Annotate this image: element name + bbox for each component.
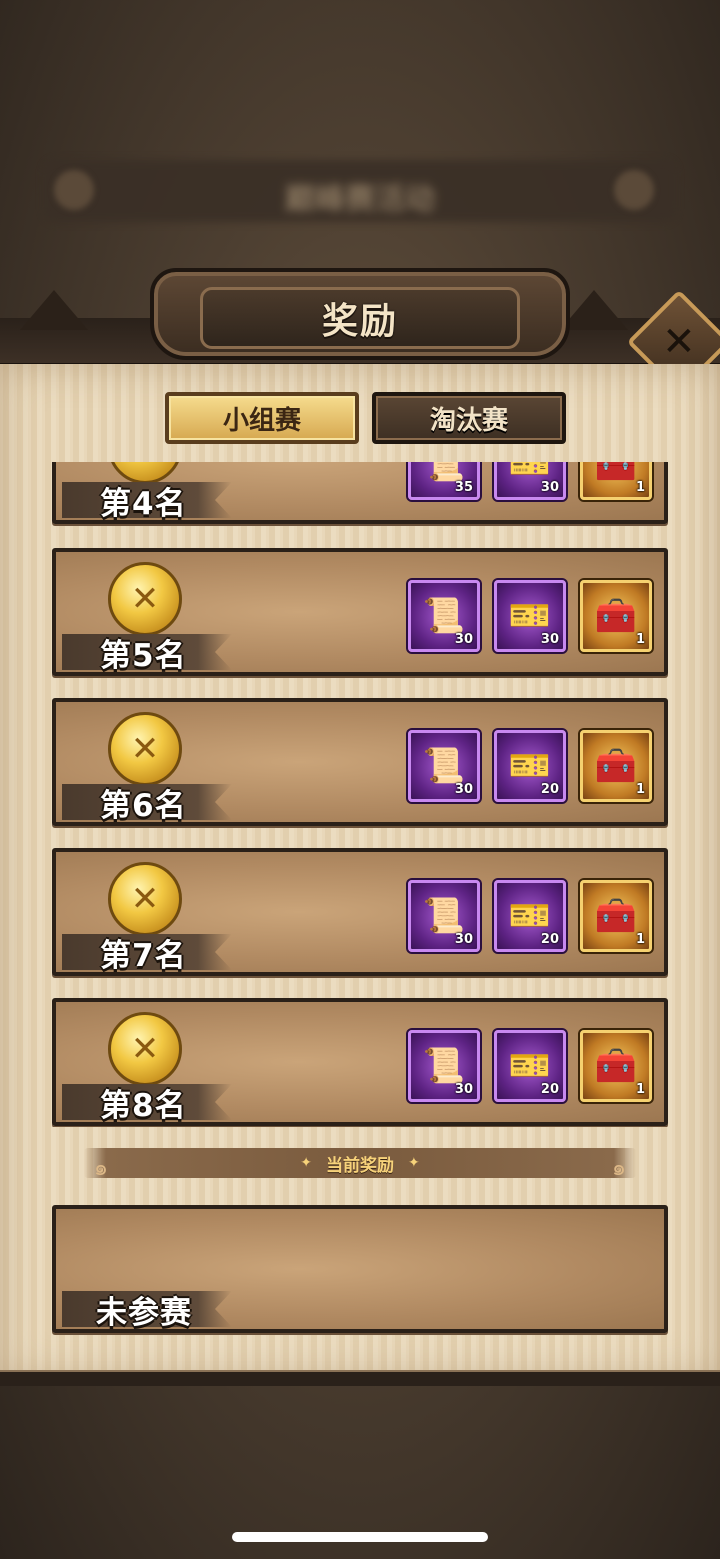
reward-count: 30 <box>454 782 473 797</box>
scroll-icon: 📜 <box>422 462 466 484</box>
blurred-icon <box>54 170 94 210</box>
chest-icon: 🧰 <box>594 596 638 636</box>
reward-item[interactable]: 📜 35 <box>408 462 480 500</box>
star-icon: ✦ <box>408 1155 420 1171</box>
reward-item[interactable]: 🎫 20 <box>494 730 566 802</box>
chest-icon: 🧰 <box>594 896 638 936</box>
reward-item[interactable]: 🎫 30 <box>494 462 566 500</box>
reward-item[interactable]: 🧰 1 <box>580 880 652 952</box>
close-icon: ✕ <box>662 318 696 365</box>
current-status-label: 未参赛 <box>96 1295 192 1331</box>
rank-row: ✕ 第4名 📜35 🎫30 🧰1 <box>52 462 668 524</box>
stamp-icon: 🎫 <box>508 1046 552 1086</box>
rank-label: 第6名 <box>100 788 187 824</box>
medal-icon: ✕ <box>108 562 182 636</box>
current-reward-label: 当前奖励 <box>326 1155 394 1176</box>
reward-count: 30 <box>540 632 559 647</box>
reward-count: 1 <box>635 782 645 797</box>
reward-count: 30 <box>454 932 473 947</box>
swirl-icon: ๑ <box>94 1156 108 1181</box>
header-thorn <box>20 290 88 330</box>
scroll-icon: 📜 <box>422 596 466 636</box>
blurred-icon <box>614 170 654 210</box>
reward-count: 1 <box>635 1082 645 1097</box>
reward-count: 20 <box>540 782 559 797</box>
chest-icon: 🧰 <box>594 1046 638 1086</box>
current-rank-row: 未参赛 <box>52 1205 668 1333</box>
panel-bottom-frame <box>0 1370 720 1386</box>
scroll-icon: 📜 <box>422 746 466 786</box>
reward-item[interactable]: 🎫 20 <box>494 880 566 952</box>
laurel-icon: ✕ <box>130 579 160 619</box>
stamp-icon: 🎫 <box>508 462 552 484</box>
swirl-icon: ๑ <box>612 1156 626 1181</box>
reward-item[interactable]: 📜 30 <box>408 1030 480 1102</box>
current-reward-divider: ๑ ✦ 当前奖励 ✦ ๑ <box>84 1148 636 1181</box>
reward-count: 35 <box>454 480 473 495</box>
stamp-icon: 🎫 <box>508 896 552 936</box>
reward-count: 20 <box>540 932 559 947</box>
rank-label: 第8名 <box>100 1088 187 1124</box>
reward-item[interactable]: 📜 30 <box>408 580 480 652</box>
reward-count: 1 <box>635 932 645 947</box>
scroll-icon: 📜 <box>422 1046 466 1086</box>
reward-count: 30 <box>454 632 473 647</box>
reward-count: 1 <box>635 632 645 647</box>
tab-knockout-stage[interactable]: 淘汰赛 <box>372 392 566 444</box>
reward-item[interactable]: 📜 30 <box>408 880 480 952</box>
rank-row: ✕ 第6名 📜 30 🎫 20 🧰 1 <box>52 698 668 826</box>
reward-item[interactable]: 🧰 1 <box>580 1030 652 1102</box>
reward-item[interactable]: 🎫 30 <box>494 580 566 652</box>
star-icon: ✦ <box>300 1155 312 1171</box>
reward-item[interactable]: 📜 30 <box>408 730 480 802</box>
home-indicator[interactable] <box>232 1532 488 1542</box>
rank-label: 第7名 <box>100 938 187 974</box>
laurel-icon: ✕ <box>131 462 160 464</box>
medal-icon: ✕ <box>108 862 182 936</box>
reward-count: 1 <box>635 480 645 495</box>
rank-row: ✕ 第8名 📜 30 🎫 20 🧰 1 <box>52 998 668 1126</box>
chest-icon: 🧰 <box>594 462 638 484</box>
reward-list[interactable]: ✕ 第4名 📜35 🎫30 🧰1 ✕ 第5名 📜30 🎫30 🧰1 ✕ 第6名 … <box>0 462 720 1127</box>
rank-label: 第4名 <box>100 486 187 522</box>
tab-label: 小组赛 <box>222 405 301 436</box>
laurel-icon: ✕ <box>130 1029 160 1069</box>
reward-count: 30 <box>454 1082 473 1097</box>
chest-icon: 🧰 <box>594 746 638 786</box>
reward-count: 20 <box>540 1082 559 1097</box>
rank-label: 第5名 <box>100 638 187 674</box>
stamp-icon: 🎫 <box>508 746 552 786</box>
medal-icon: ✕ <box>108 1012 182 1086</box>
blurred-event-banner: 巅峰赛活动 <box>44 160 676 222</box>
reward-item[interactable]: 🧰 1 <box>580 730 652 802</box>
reward-item[interactable]: 🧰 1 <box>580 580 652 652</box>
page-title: 奖励 <box>321 301 398 342</box>
laurel-icon: ✕ <box>130 879 160 919</box>
header-thorn <box>560 290 628 330</box>
laurel-icon: ✕ <box>130 729 160 769</box>
tab-group-stage[interactable]: 小组赛 <box>165 392 359 444</box>
stamp-icon: 🎫 <box>508 596 552 636</box>
header-plate: 奖励 <box>200 287 520 349</box>
medal-icon: ✕ <box>108 712 182 786</box>
blurred-banner-title: 巅峰赛活动 <box>285 182 435 217</box>
scroll-icon: 📜 <box>422 896 466 936</box>
tab-label: 淘汰赛 <box>429 405 508 436</box>
reward-count: 30 <box>540 480 559 495</box>
rank-row: ✕ 第7名 📜 30 🎫 20 🧰 1 <box>52 848 668 976</box>
reward-item[interactable]: 🧰 1 <box>580 462 652 500</box>
reward-item[interactable]: 🎫 20 <box>494 1030 566 1102</box>
rank-row: ✕ 第5名 📜 30 🎫 30 🧰 1 <box>52 548 668 676</box>
